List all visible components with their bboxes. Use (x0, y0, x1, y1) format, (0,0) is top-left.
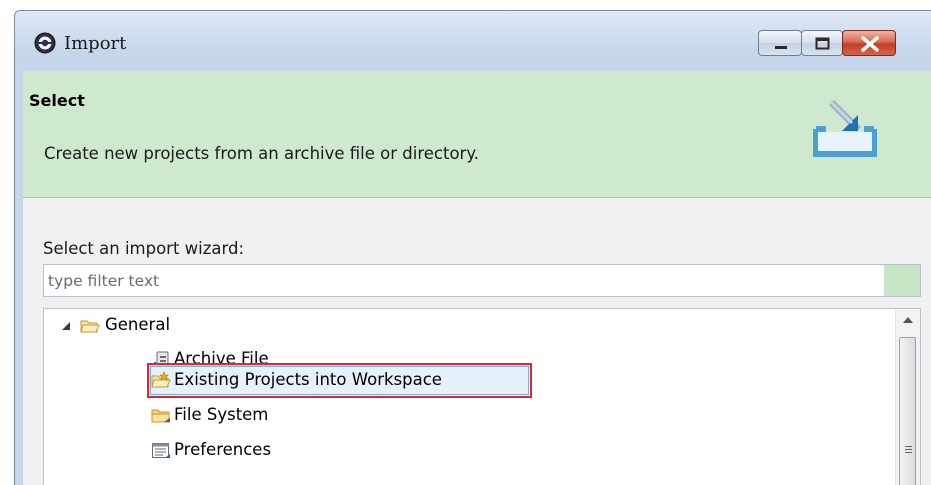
minimize-icon (775, 46, 787, 49)
tree-item-label: General (105, 315, 171, 334)
tree-item-label: File System (174, 405, 269, 424)
scroll-up-arrow-icon[interactable] (903, 317, 913, 323)
tree-vertical-scrollbar[interactable] (895, 309, 920, 485)
wizard-body: Select an import wizard: General (23, 198, 931, 485)
tree-item-label: Existing Projects into Workspace (174, 370, 442, 389)
file-system-folder-icon (151, 409, 170, 423)
wizard-page-description: Create new projects from an archive file… (44, 144, 479, 163)
minimize-button[interactable] (758, 30, 802, 56)
filter-clear-button[interactable] (884, 265, 920, 296)
tree-item-label: Preferences (174, 440, 272, 459)
tree-item-general[interactable]: General (60, 312, 460, 340)
eclipse-app-icon (34, 32, 56, 54)
window-title: Import (64, 33, 127, 54)
wizard-tree[interactable]: General Archive File Existing Projects i… (43, 308, 921, 485)
preferences-icon (152, 443, 170, 458)
tree-item-existing-projects[interactable]: Existing Projects into Workspace (151, 367, 531, 395)
wizard-page-title: Select (29, 91, 85, 110)
import-tray-icon (813, 99, 877, 157)
maximize-icon (815, 37, 830, 50)
close-button[interactable] (842, 30, 896, 56)
existing-projects-icon (151, 371, 171, 388)
wizard-select-label: Select an import wizard: (43, 239, 245, 258)
maximize-button[interactable] (801, 30, 843, 56)
folder-open-icon (80, 320, 100, 333)
scroll-thumb[interactable] (899, 337, 916, 485)
wizard-header: Select Create new projects from an archi… (23, 71, 931, 198)
close-icon (861, 36, 879, 52)
filter-field[interactable] (43, 264, 921, 297)
tree-item-file-system[interactable]: File System (151, 402, 451, 430)
tree-item-preferences[interactable]: Preferences (151, 437, 451, 465)
expand-triangle-icon[interactable] (60, 320, 72, 332)
dialog-client-area: Select Create new projects from an archi… (23, 71, 931, 485)
import-dialog: Import Select Create new projects from a… (14, 10, 931, 485)
title-bar[interactable]: Import (15, 11, 931, 71)
filter-input[interactable] (48, 265, 868, 296)
